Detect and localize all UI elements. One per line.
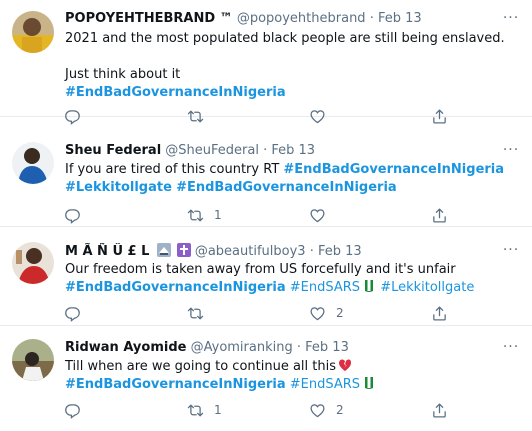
user-handle[interactable]: @popoyehthebrand [237, 11, 366, 26]
like-button[interactable]: 2 [309, 303, 344, 323]
display-name[interactable]: Ridwan Ayomide [65, 340, 186, 355]
tweet[interactable]: Sheu Federal @SheuFederal · Feb 13 ··· I… [0, 117, 532, 227]
cross-emoji-icon [176, 243, 191, 257]
tweet-header: Sheu Federal @SheuFederal · Feb 13 [65, 143, 492, 159]
user-handle[interactable]: @abeautifulboy3 [195, 244, 306, 259]
reply-icon [64, 305, 81, 322]
hashtag-link[interactable]: #EndBadGovernanceInNigeria [283, 162, 504, 177]
tweet-actions: 1 2 [60, 400, 456, 420]
tweet-line: 2021 and the most populated black people… [65, 31, 505, 46]
more-icon[interactable]: ··· [502, 143, 520, 160]
nigeria-fist-emoji-icon [362, 279, 376, 293]
tweet-text: If you are tired of this country RT #End… [65, 161, 518, 197]
tweet[interactable]: M Ã Ñ Û £ L @abeautifulboy3 · Feb 13 ···… [0, 227, 532, 326]
share-button[interactable] [431, 205, 448, 225]
share-button[interactable] [431, 400, 448, 420]
hashtag-link[interactable]: #EndBadGovernanceInNigeria [65, 280, 286, 295]
hashtag-link[interactable]: #EndSARS [290, 280, 360, 295]
display-name[interactable]: Sheu Federal [65, 143, 161, 158]
tweet-line: Till when are we going to continue all t… [65, 359, 336, 374]
display-name[interactable]: M Ã Ñ Û £ L [65, 244, 149, 259]
heart-icon [309, 305, 326, 322]
retweet-count: 1 [214, 208, 222, 222]
share-icon [431, 305, 448, 322]
retweet-icon [187, 402, 204, 419]
hashtag-link[interactable]: #Lekkitollgate [380, 280, 474, 295]
user-handle[interactable]: @SheuFederal [165, 143, 259, 158]
user-handle[interactable]: @Ayomiranking [191, 340, 293, 355]
tweet-date[interactable]: Feb 13 [378, 11, 422, 26]
tweet-date[interactable]: Feb 13 [305, 340, 349, 355]
hashtag-link[interactable]: #EndBadGovernanceInNigeria [65, 377, 286, 392]
tweet[interactable]: POPOYEHTHEBRAND ™ @popoyehthebrand · Feb… [0, 0, 532, 117]
tweet[interactable]: Ridwan Ayomide @Ayomiranking · Feb 13 ··… [0, 326, 532, 431]
more-icon[interactable]: ··· [502, 11, 520, 28]
like-button[interactable] [309, 205, 336, 225]
heart-icon [309, 402, 326, 419]
share-icon [431, 402, 448, 419]
reply-icon [64, 207, 81, 224]
tweet-actions: 2 [60, 303, 456, 323]
tweet-text: 2021 and the most populated black people… [65, 30, 518, 102]
tweet-date[interactable]: Feb 13 [318, 244, 362, 259]
separator: · [309, 244, 314, 259]
tweet-text: Till when are we going to continue all t… [65, 358, 518, 394]
separator: · [369, 11, 374, 26]
broken-heart-emoji-icon [338, 358, 352, 372]
tweet-feed: POPOYEHTHEBRAND ™ @popoyehthebrand · Feb… [0, 0, 532, 431]
more-icon[interactable]: ··· [502, 243, 520, 260]
heart-icon [309, 207, 326, 224]
tweet-line: Just think about it [65, 67, 181, 82]
retweet-button[interactable]: 1 [187, 205, 222, 225]
reply-icon [64, 402, 81, 419]
tweet-header: Ridwan Ayomide @Ayomiranking · Feb 13 [65, 340, 492, 356]
tweet-line: Our freedom is taken away from US forcef… [65, 262, 456, 277]
hashtag-link[interactable]: #EndBadGovernanceInNigeria [65, 85, 286, 100]
avatar[interactable] [12, 242, 54, 284]
hashtag-link[interactable]: #EndSARS [290, 377, 360, 392]
share-icon [431, 207, 448, 224]
like-count: 2 [336, 403, 344, 417]
eagle-emoji-icon [156, 243, 171, 257]
nigeria-fist-emoji-icon [362, 376, 376, 390]
retweet-button[interactable] [187, 303, 214, 323]
retweet-icon [187, 207, 204, 224]
avatar[interactable] [12, 11, 54, 53]
more-icon[interactable]: ··· [502, 340, 520, 357]
tweet-header: POPOYEHTHEBRAND ™ @popoyehthebrand · Feb… [65, 11, 492, 27]
retweet-count: 1 [214, 403, 222, 417]
share-button[interactable] [431, 303, 448, 323]
tweet-date[interactable]: Feb 13 [271, 143, 315, 158]
hashtag-link[interactable]: #EndBadGovernanceInNigeria [176, 180, 397, 195]
tweet-actions: 1 [60, 205, 456, 225]
tweet-text: Our freedom is taken away from US forcef… [65, 261, 518, 297]
retweet-button[interactable]: 1 [187, 400, 222, 420]
like-count: 2 [336, 306, 344, 320]
hashtag-link[interactable]: #Lekkitollgate [65, 180, 172, 195]
separator: · [263, 143, 268, 158]
tweet-header: M Ã Ñ Û £ L @abeautifulboy3 · Feb 13 [65, 243, 492, 260]
reply-button[interactable] [64, 303, 81, 323]
display-name[interactable]: POPOYEHTHEBRAND ™ [65, 11, 233, 26]
avatar[interactable] [12, 339, 54, 381]
avatar[interactable] [12, 142, 54, 184]
retweet-icon [187, 305, 204, 322]
reply-button[interactable] [64, 400, 81, 420]
reply-button[interactable] [64, 205, 81, 225]
tweet-line: If you are tired of this country RT [65, 162, 284, 177]
separator: · [296, 340, 302, 355]
like-button[interactable]: 2 [309, 400, 344, 420]
